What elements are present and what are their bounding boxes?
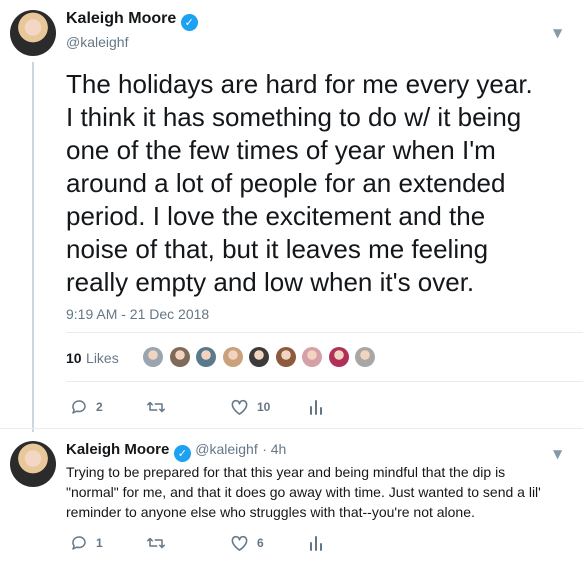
liker-avatar[interactable] [355,347,375,367]
tweet-text-line: really empty and low when it's over. [66,267,475,297]
retweet-icon [147,537,165,549]
divider [66,332,583,333]
tweet-timestamp[interactable]: 9:19 AM - 21 Dec 2018 [66,306,209,322]
reply-action[interactable]: 1 [70,534,103,552]
like-count: 6 [257,536,264,550]
like-count: 10 [257,400,271,414]
reply-icon [72,536,86,550]
divider [66,381,583,382]
reply-icon [72,400,86,414]
author-name-row[interactable]: Kaleigh Moore ✓ [66,10,198,31]
reply-author-avatar[interactable] [10,441,56,487]
reply-action[interactable]: 2 [70,398,103,416]
analytics-action[interactable] [309,534,323,552]
author-avatar[interactable] [10,10,56,56]
liker-avatar[interactable] [143,347,163,367]
more-options-chevron-icon[interactable]: ▼ [553,26,562,40]
analytics-icon [310,400,322,415]
tweet-text-line: around a lot of people for an extended [66,168,506,198]
like-action[interactable]: 10 [230,398,270,416]
reply-text: Trying to be prepared for that this year… [66,462,581,522]
reply-text-line: Trying to be prepared for that this year… [66,464,506,480]
author-handle[interactable]: @kaleighf [66,34,128,50]
retweet-action[interactable] [146,534,174,552]
more-options-chevron-icon[interactable]: ▼ [553,447,562,461]
liker-avatar[interactable] [275,347,296,367]
divider [0,428,583,429]
likes-count: 10 [66,350,82,366]
verified-badge-icon: ✓ [180,14,198,31]
liker-avatar[interactable] [328,347,349,367]
likes-summary[interactable]: 10 Likes [66,350,119,368]
tweet-text-line: I think it has something to do w/ it bei… [66,102,522,132]
heart-icon [231,535,248,551]
tweet-text: The holidays are hard for me every year.… [66,68,576,299]
reply-header: Kaleigh Moore ✓ @kaleighf · 4h [66,441,286,462]
liker-avatar[interactable] [196,347,216,367]
reply-author-handle[interactable]: @kaleighf [195,441,257,457]
reply-text-line: reminder to anyone else who struggles wi… [66,504,475,520]
reply-count: 2 [96,400,103,414]
likes-label: Likes [86,350,119,366]
thread-connector [32,62,34,432]
tweet-text-line: The holidays are hard for me every year. [66,69,533,99]
heart-icon [231,399,248,415]
analytics-action[interactable] [309,398,323,416]
retweet-icon [147,401,165,413]
tweet-text-line: one of the few times of year when I'm [66,135,496,165]
verified-badge-icon: ✓ [173,445,191,462]
tweet-text-line: noise of that, but it leaves me feeling [66,234,489,264]
reply-author-display-name[interactable]: Kaleigh Moore [66,441,169,458]
retweet-action[interactable] [146,398,174,416]
liker-avatar[interactable] [222,347,243,367]
author-display-name[interactable]: Kaleigh Moore [66,10,176,27]
analytics-icon [310,536,322,551]
liker-avatar[interactable] [169,347,190,367]
liker-avatar[interactable] [249,347,269,367]
reply-count: 1 [96,536,103,550]
tweet-text-line: period. I love the excitement and the [66,201,486,231]
reply-text-line: "normal" for me, and that it does go awa… [66,484,541,500]
like-action[interactable]: 6 [230,534,264,552]
liker-avatar[interactable] [302,347,322,367]
reply-time[interactable]: · 4h [262,441,286,457]
